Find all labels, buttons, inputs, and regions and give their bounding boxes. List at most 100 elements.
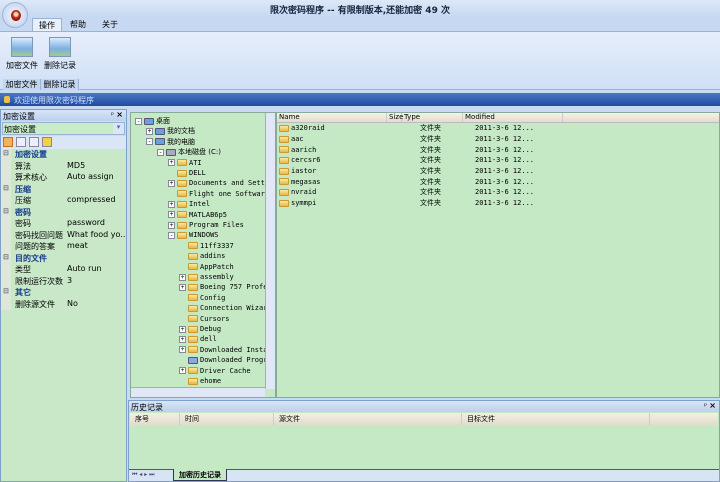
column-type[interactable]: Type xyxy=(402,113,463,122)
collapse-icon[interactable]: - xyxy=(168,231,175,239)
tab-operate[interactable]: 操作 xyxy=(32,18,62,31)
tree-item[interactable]: - 我的电脑 xyxy=(146,137,195,147)
pin-icon[interactable]: ᵖ xyxy=(704,402,707,410)
collapse-icon[interactable]: ⊟ xyxy=(1,287,11,299)
tree-item[interactable]: 11ff3337 xyxy=(179,241,234,251)
expand-icon[interactable]: + xyxy=(168,200,175,208)
file-row[interactable]: symmpi 文件夹 2011-3-6 12... xyxy=(277,198,719,209)
settings-combo[interactable]: 加密设置 ▾ xyxy=(2,122,125,135)
column-index[interactable]: 序号 xyxy=(130,413,180,425)
property-row[interactable]: 问题的答案 meat xyxy=(1,241,126,253)
tab-encrypt-history[interactable]: 加密历史记录 xyxy=(173,469,227,481)
close-icon[interactable]: × xyxy=(709,401,716,410)
tree-item[interactable]: + Documents and Setti xyxy=(168,178,269,188)
collapse-icon[interactable]: - xyxy=(157,148,164,156)
file-row[interactable]: cercsr6 文件夹 2011-3-6 12... xyxy=(277,155,719,166)
property-value[interactable]: Auto run xyxy=(65,264,126,276)
file-row[interactable]: iastor 文件夹 2011-3-6 12... xyxy=(277,166,719,177)
tree-item[interactable]: AppPatch xyxy=(179,262,234,272)
expand-icon[interactable]: + xyxy=(179,367,186,375)
property-pages-icon[interactable] xyxy=(29,137,39,147)
property-value[interactable]: compressed xyxy=(65,195,126,207)
tree-item[interactable]: + Intel xyxy=(168,199,210,209)
tree-item[interactable]: Cursors xyxy=(179,314,230,324)
tab-about[interactable]: 关于 xyxy=(96,18,124,31)
file-row[interactable]: a320raid 文件夹 2011-3-6 12... xyxy=(277,123,719,134)
property-row[interactable]: 限制运行次数 3 xyxy=(1,275,126,288)
file-row[interactable]: aac 文件夹 2011-3-6 12... xyxy=(277,134,719,145)
collapse-icon[interactable]: ⊟ xyxy=(1,149,11,161)
property-value[interactable]: meat xyxy=(65,241,126,253)
column-time[interactable]: 时间 xyxy=(180,413,274,425)
collapse-icon[interactable]: - xyxy=(146,138,153,146)
expand-icon[interactable]: + xyxy=(179,283,186,291)
tree-item[interactable]: + dell xyxy=(179,334,217,344)
tree-item[interactable]: - WINDOWS xyxy=(168,230,219,240)
close-icon[interactable]: × xyxy=(116,110,123,119)
file-row[interactable]: megasas 文件夹 2011-3-6 12... xyxy=(277,176,719,187)
tree-vertical-scrollbar[interactable] xyxy=(265,113,275,389)
tree-item[interactable]: + Driver Cache xyxy=(179,366,251,376)
tree-item[interactable]: Downloaded Progr xyxy=(179,355,267,365)
tree-horizontal-scrollbar[interactable] xyxy=(131,387,265,397)
tree-item[interactable]: + Program Files xyxy=(168,220,244,230)
file-row[interactable]: aarich 文件夹 2011-3-6 12... xyxy=(277,144,719,155)
tree-item[interactable]: Connection Wizar xyxy=(179,303,267,313)
collapse-icon[interactable]: ⊟ xyxy=(1,252,11,264)
expand-icon[interactable]: + xyxy=(168,179,175,187)
expand-icon[interactable]: + xyxy=(179,273,186,281)
tree-item[interactable]: - 本地磁盘 (C:) xyxy=(157,147,221,157)
property-value[interactable]: password xyxy=(65,218,126,230)
events-icon[interactable] xyxy=(42,137,52,147)
property-row[interactable]: 删除源文件 No xyxy=(1,298,126,311)
property-category[interactable]: ⊟ 目的文件 xyxy=(1,252,126,264)
delete-record-button[interactable]: 删除记录 xyxy=(41,34,79,78)
property-category[interactable]: ⊟ 压缩 xyxy=(1,183,126,195)
property-value[interactable]: 3 xyxy=(65,276,126,288)
tree-item[interactable]: DELL xyxy=(168,168,206,178)
tree-item[interactable]: addins xyxy=(179,251,225,261)
encrypt-file-button[interactable]: 加密文件 xyxy=(3,34,41,78)
column-size[interactable]: Size xyxy=(387,113,403,122)
pin-icon[interactable]: ᵖ xyxy=(111,111,114,119)
collapse-icon[interactable]: ⊟ xyxy=(1,183,11,195)
column-target[interactable]: 目标文件 xyxy=(462,413,650,425)
collapse-icon[interactable]: - xyxy=(135,117,142,125)
property-row[interactable]: 算术核心 Auto assign xyxy=(1,172,126,184)
expand-icon[interactable]: + xyxy=(179,346,186,354)
app-menu-button[interactable] xyxy=(2,2,28,28)
expand-icon[interactable]: + xyxy=(168,221,175,229)
tree-item[interactable]: + Boeing 757 Profe xyxy=(179,282,267,292)
tree-item[interactable]: + MATLAB6p5 xyxy=(168,210,227,220)
expand-icon[interactable]: + xyxy=(168,211,175,219)
tree-item[interactable]: + Debug xyxy=(179,324,221,334)
tree-item[interactable]: ehome xyxy=(179,376,221,386)
property-value[interactable]: No xyxy=(65,299,126,311)
tree-item[interactable]: + ATI xyxy=(168,158,202,168)
column-source[interactable]: 源文件 xyxy=(274,413,462,425)
expand-icon[interactable]: + xyxy=(179,335,186,343)
tree-item[interactable]: + 我的文档 xyxy=(146,126,195,136)
property-category[interactable]: ⊟ 加密设置 xyxy=(1,149,126,161)
expand-icon[interactable]: + xyxy=(179,325,186,333)
property-value[interactable]: MD5 xyxy=(65,161,126,173)
expand-icon[interactable]: + xyxy=(168,159,175,167)
file-row[interactable]: nvraid 文件夹 2011-3-6 12... xyxy=(277,187,719,198)
tab-help[interactable]: 帮助 xyxy=(64,18,92,31)
tree-item[interactable]: + assembly xyxy=(179,272,234,282)
expand-icon[interactable]: + xyxy=(146,127,153,135)
property-row[interactable]: 类型 Auto run xyxy=(1,264,126,276)
column-name[interactable]: Name xyxy=(277,113,387,122)
property-row[interactable]: 算法 MD5 xyxy=(1,160,126,173)
collapse-icon[interactable]: ⊟ xyxy=(1,206,11,218)
property-row[interactable]: 密码找回问题 What food yo... xyxy=(1,229,126,241)
tree-item[interactable]: Flight one Software xyxy=(168,189,269,199)
tree-item[interactable]: - 桌面 xyxy=(135,116,170,126)
sort-alpha-icon[interactable] xyxy=(16,137,26,147)
tree-item[interactable]: + Downloaded Insta xyxy=(179,345,267,355)
chevron-down-icon[interactable]: ▾ xyxy=(113,123,124,134)
tab-nav-arrows[interactable]: ⏮ ◂ ▸ ⏭ xyxy=(132,471,155,479)
property-value[interactable]: Auto assign xyxy=(65,172,126,184)
categorized-icon[interactable] xyxy=(3,137,13,147)
property-category[interactable]: ⊟ 密码 xyxy=(1,206,126,218)
